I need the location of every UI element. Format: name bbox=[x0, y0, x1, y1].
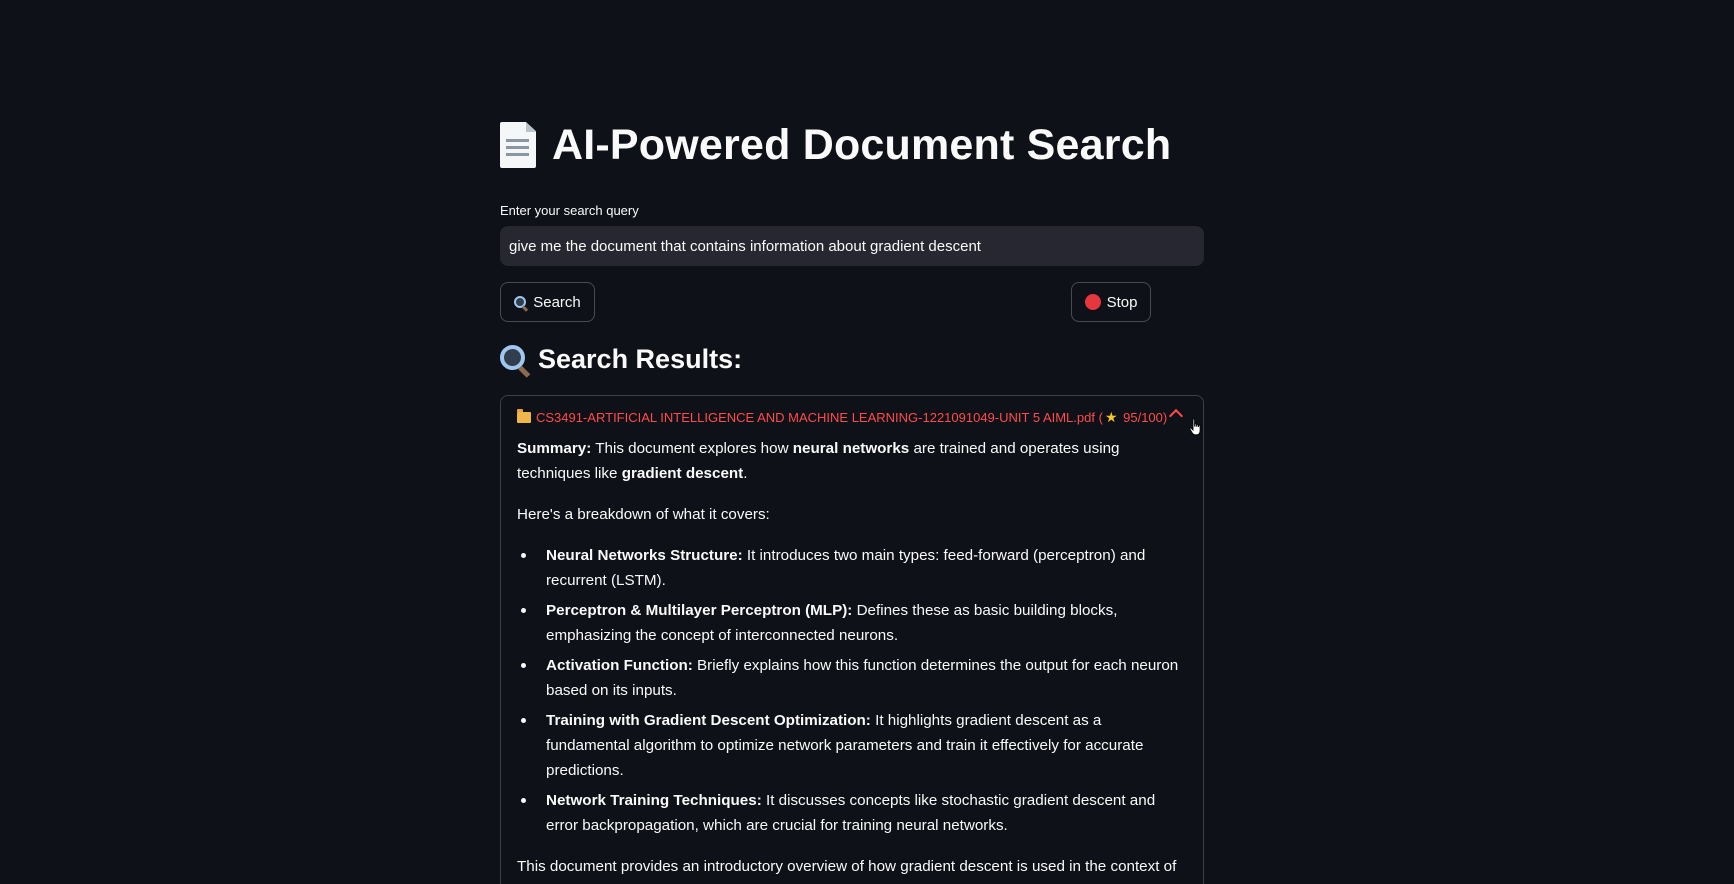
list-item: Network Training Techniques: It discusse… bbox=[517, 788, 1187, 838]
red-circle-icon bbox=[1084, 294, 1101, 310]
list-item-title: Perceptron & Multilayer Perceptron (MLP)… bbox=[546, 602, 853, 619]
conclusion-paragraph: This document provides an introductory o… bbox=[517, 858, 1177, 884]
stop-button-label: Stop bbox=[1106, 293, 1138, 311]
page-title-text: AI-Powered Document Search bbox=[552, 120, 1172, 169]
list-item: Neural Networks Structure: It introduces… bbox=[517, 543, 1187, 593]
magnifying-glass-icon bbox=[500, 344, 530, 375]
list-item-title: Training with Gradient Descent Optimizat… bbox=[546, 712, 871, 729]
search-query-label: Enter your search query bbox=[500, 203, 639, 218]
list-item-title: Neural Networks Structure: bbox=[546, 547, 743, 564]
page-facing-up-icon bbox=[500, 122, 536, 168]
list-item: Training with Gradient Descent Optimizat… bbox=[517, 708, 1187, 783]
list-item-title: Network Training Techniques: bbox=[546, 792, 762, 809]
search-button[interactable]: Search bbox=[500, 282, 595, 322]
breakdown-list: Neural Networks Structure: It introduces… bbox=[517, 543, 1187, 838]
result-score-prefix: ( bbox=[1098, 409, 1103, 425]
hand-pointer-cursor-icon bbox=[1189, 418, 1201, 436]
page-title: AI-Powered Document Search bbox=[500, 122, 1171, 168]
star-icon: ★ bbox=[1104, 408, 1118, 425]
summary-bold-term: gradient descent bbox=[621, 465, 744, 482]
summary-text: . bbox=[743, 465, 748, 482]
app-frame: AI-Powered Document Search Enter your se… bbox=[0, 0, 1734, 884]
result-summary-body: Summary: This document explores how neur… bbox=[517, 436, 1187, 884]
list-item: Activation Function: Briefly explains ho… bbox=[517, 653, 1187, 703]
magnifying-glass-icon bbox=[514, 295, 527, 309]
summary-paragraph: Summary: This document explores how neur… bbox=[517, 436, 1187, 486]
summary-bold-term: neural networks bbox=[792, 440, 910, 457]
result-filename: CS3491-ARTIFICIAL INTELLIGENCE AND MACHI… bbox=[536, 409, 1095, 425]
open-folder-icon bbox=[517, 408, 531, 423]
search-results-heading: Search Results: bbox=[500, 344, 742, 375]
result-expander-header[interactable]: CS3491-ARTIFICIAL INTELLIGENCE AND MACHI… bbox=[517, 406, 1189, 428]
breakdown-intro: Here's a breakdown of what it covers: bbox=[517, 506, 770, 523]
summary-label: Summary: bbox=[517, 440, 592, 457]
list-item: Perceptron & Multilayer Perceptron (MLP)… bbox=[517, 598, 1187, 648]
chevron-up-icon[interactable] bbox=[1168, 408, 1184, 424]
result-expander: CS3491-ARTIFICIAL INTELLIGENCE AND MACHI… bbox=[500, 395, 1204, 884]
list-item-title: Activation Function: bbox=[546, 657, 693, 674]
search-button-label: Search bbox=[533, 293, 581, 311]
search-query-input[interactable] bbox=[500, 226, 1204, 266]
summary-text: This document explores how bbox=[591, 440, 793, 457]
stop-button[interactable]: Stop bbox=[1071, 282, 1151, 322]
result-score: 95/100) bbox=[1123, 409, 1168, 425]
search-results-heading-text: Search Results: bbox=[538, 344, 743, 374]
